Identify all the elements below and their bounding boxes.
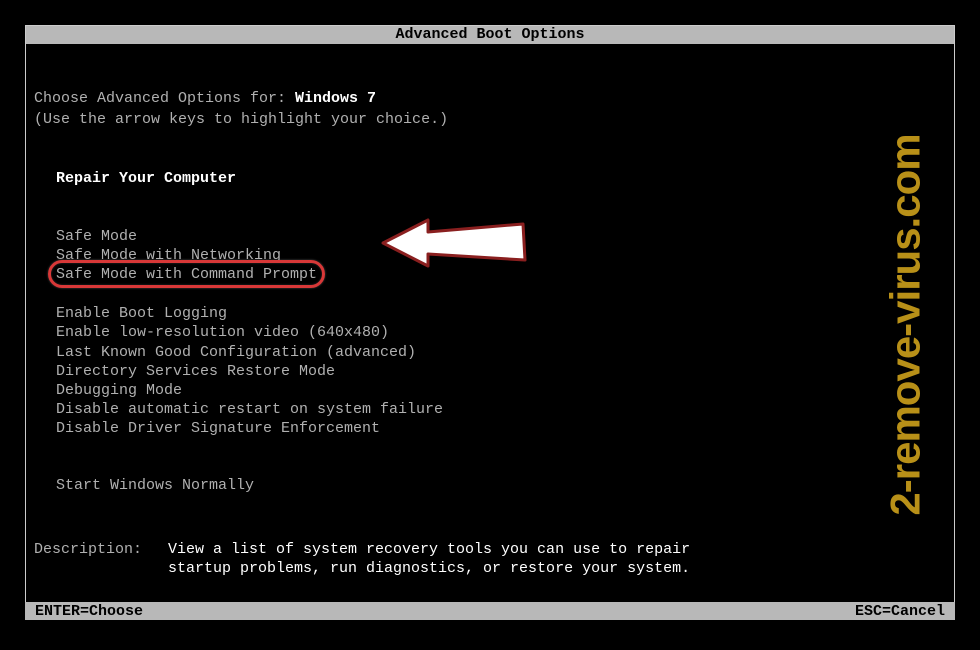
menu-item-boot-logging[interactable]: Enable Boot Logging [56,304,946,323]
menu-item-safe-mode[interactable]: Safe Mode [56,227,946,246]
boot-options-window: Advanced Boot Options Choose Advanced Op… [25,25,955,620]
menu-item-debug[interactable]: Debugging Mode [56,381,946,400]
highlighted-menu-item[interactable]: Safe Mode with Command Prompt [56,265,317,284]
menu-item-dsrm[interactable]: Directory Services Restore Mode [56,362,946,381]
footer-enter: ENTER=Choose [35,603,143,620]
menu-item-lowres[interactable]: Enable low-resolution video (640x480) [56,323,946,342]
boot-menu[interactable]: Repair Your Computer Safe Mode Safe Mode… [56,169,946,495]
description-row: Description: View a list of system recov… [34,540,946,578]
watermark-text: 2-remove-virus.com [881,134,929,515]
menu-item-repair[interactable]: Repair Your Computer [56,169,946,188]
os-name: Windows 7 [295,90,376,107]
choose-prompt: Choose Advanced Options for: Windows 7 [34,89,946,108]
arrow-hint: (Use the arrow keys to highlight your ch… [34,110,946,129]
menu-item-safe-mode-cmd[interactable]: Safe Mode with Command Prompt [56,265,317,284]
footer-bar: ENTER=Choose ESC=Cancel [25,602,955,620]
window-title: Advanced Boot Options [26,26,954,44]
description-label: Description: [34,540,168,578]
content-area: Choose Advanced Options for: Windows 7 (… [26,44,954,578]
menu-item-no-sig[interactable]: Disable Driver Signature Enforcement [56,419,946,438]
menu-item-no-auto-restart[interactable]: Disable automatic restart on system fail… [56,400,946,419]
menu-item-lkgc[interactable]: Last Known Good Configuration (advanced) [56,343,946,362]
footer-esc: ESC=Cancel [855,603,945,620]
menu-item-start-normally[interactable]: Start Windows Normally [56,476,946,495]
menu-item-safe-mode-networking[interactable]: Safe Mode with Networking [56,246,946,265]
description-text: View a list of system recovery tools you… [168,540,728,578]
prompt-prefix: Choose Advanced Options for: [34,90,295,107]
